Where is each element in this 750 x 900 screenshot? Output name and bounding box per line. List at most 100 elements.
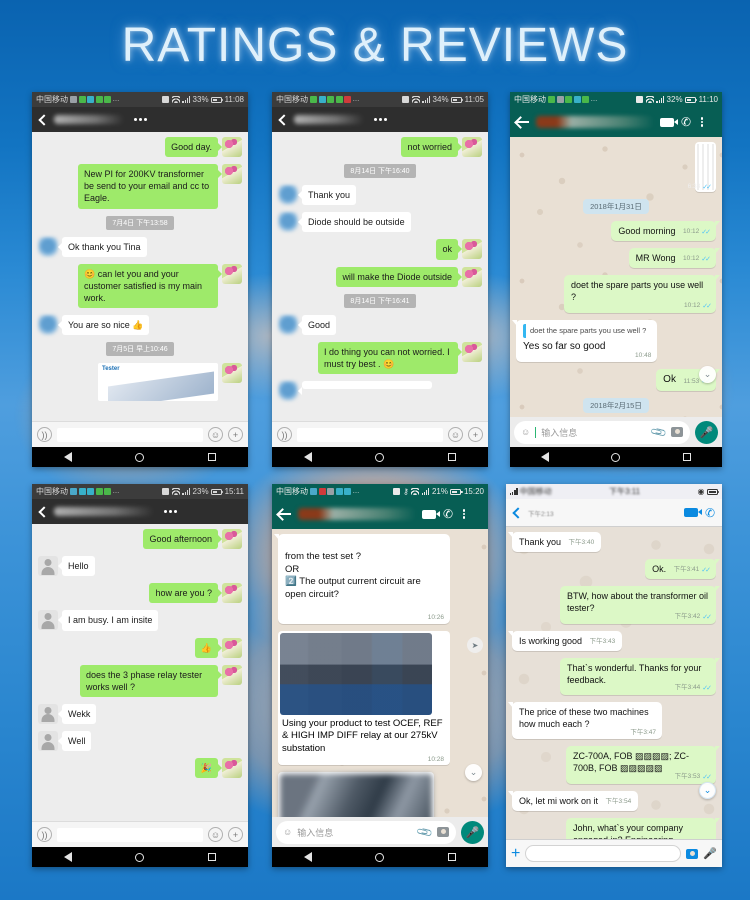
read-ticks-icon: ✓✓ [702,302,712,310]
nav-recents-icon[interactable] [208,453,217,461]
link-card-message[interactable]: Tester [98,363,218,402]
attach-icon[interactable]: 📎 [416,823,434,842]
message-list[interactable]: Good day. New PI for 200KV transformer b… [32,132,248,421]
message-meta: 10:48 [635,352,651,361]
photo-message[interactable]: Using your product to test OCEF, REF & H… [278,630,450,765]
back-icon[interactable] [278,113,290,126]
notification-icons: … [548,96,598,103]
emoji-icon[interactable]: ☺ [208,427,223,442]
message-row [278,771,482,817]
message-list[interactable]: Thank you 下午3:40 Ok. 下午3:41 ✓✓ BTW, how … [506,527,722,839]
nav-home-icon[interactable] [375,452,385,462]
nav-back-icon[interactable] [541,452,550,462]
back-icon[interactable] [512,506,524,519]
message-input[interactable] [57,427,203,442]
scroll-to-bottom-button[interactable]: ⌄ [699,782,716,799]
message-bubble: Ok. 下午3:41 ✓✓ [645,559,720,580]
message-row: Good day. [38,137,242,158]
phone-call-icon[interactable]: ✆ [680,116,692,128]
microphone-icon[interactable]: 🎤 [461,820,484,844]
voice-icon[interactable]: )) [37,427,52,442]
message-list[interactable]: not worried 8月14日 下午16:40 Thank you Diod… [272,132,488,421]
nav-back-icon[interactable] [303,852,312,862]
attach-icon[interactable]: 📎 [650,423,668,442]
nav-recents-icon[interactable] [448,853,457,861]
avatar [278,212,298,233]
android-nav-bar [272,447,488,467]
phone-screenshot-5: 中国移动 … ⚷ 21% 15:20 ✆ from the test set ?… [272,484,488,867]
nav-back-icon[interactable] [63,452,72,462]
emoji-icon[interactable]: ☺ [208,827,223,842]
message-meta: 下午3:43 [590,638,616,647]
chat-header: ✆ [510,107,722,137]
message-bubble: Ok, let mi work on it 下午3:54 [507,790,639,811]
video-call-icon[interactable] [422,509,440,519]
emoji-icon[interactable]: ☺ [448,427,463,442]
back-icon[interactable] [516,116,530,128]
nav-home-icon[interactable] [135,852,145,862]
voice-icon[interactable]: )) [37,827,52,842]
message-list[interactable]: Good afternoon Hello how are you ? I am … [32,524,248,821]
product-photo [712,144,714,190]
product-image-message[interactable]: 6:33 ✓✓ [688,142,716,192]
message-list[interactable]: 6:33 ✓✓ 2018年1月31日 Good morning 10:12 ✓✓… [510,137,722,417]
camera-icon[interactable] [686,848,699,859]
message-list[interactable]: from the test set ? OR 2️⃣ The output cu… [272,529,488,817]
quoted-message[interactable]: doet the spare parts you use well ? [523,323,651,338]
message-row: doet the spare parts you use well ? 10:1… [516,275,720,313]
back-icon[interactable] [278,508,292,520]
back-icon[interactable] [38,505,50,518]
overflow-menu-icon[interactable] [460,509,468,519]
message-row: Ok 11:53 ✓✓ [516,369,720,391]
overflow-menu-icon[interactable] [160,510,181,513]
message-row: ZC-700A, FOB ▨▨▨▨; ZC-700B, FOB ▨▨▨▨▨ 下午… [512,746,720,784]
video-call-icon[interactable] [684,508,702,517]
message-text: doet the spare parts you use well ? [571,280,704,303]
message-meta: 下午3:47 [630,729,656,738]
nav-back-icon[interactable] [303,452,312,462]
nav-home-icon[interactable] [135,452,145,462]
phone-call-icon[interactable]: ✆ [704,507,716,519]
message-input[interactable] [525,845,682,862]
message-text: Yes so far so good [523,340,606,352]
avatar [38,703,58,724]
nav-home-icon[interactable] [375,852,385,862]
video-call-icon[interactable] [660,117,678,127]
message-row: Diode should be outside [278,212,482,233]
scroll-to-bottom-button[interactable]: ⌄ [465,764,482,781]
scroll-to-bottom-button[interactable]: ⌄ [699,366,716,383]
plus-icon[interactable]: + [511,845,520,862]
forward-button[interactable]: ➤ [467,637,483,653]
photo-message[interactable] [278,771,434,817]
photo-caption: Using your product to test OCEF, REF & H… [282,717,443,754]
message-row: Ok thank you Tina [38,236,242,257]
avatar [222,529,242,549]
camera-icon[interactable] [437,827,449,837]
plus-icon[interactable]: + [468,427,483,442]
emoji-icon[interactable]: ☺ [521,427,530,437]
message-input[interactable] [297,427,443,442]
nav-recents-icon[interactable] [208,853,217,861]
message-row: not worried [278,137,482,158]
voice-icon[interactable]: )) [277,427,292,442]
back-icon[interactable] [38,113,50,126]
plus-icon[interactable]: + [228,427,243,442]
phone-call-icon[interactable]: ✆ [442,508,454,520]
overflow-menu-icon[interactable] [370,118,391,121]
overflow-menu-icon[interactable] [698,117,706,127]
overflow-menu-icon[interactable] [130,118,151,121]
nav-back-icon[interactable] [63,852,72,862]
message-input[interactable]: ☺ 输入信息 📎 [514,420,690,444]
microphone-icon[interactable]: 🎤 [703,847,717,860]
emoji-icon[interactable]: ☺ [283,827,292,837]
microphone-icon[interactable]: 🎤 [695,420,718,444]
sim-icon [636,96,644,103]
plus-icon[interactable]: + [228,827,243,842]
camera-icon[interactable] [671,427,683,437]
message-input[interactable]: ☺ 输入信息 📎 [276,820,456,844]
message-bubble: Is working good 下午3:43 [507,630,623,651]
message-input[interactable] [57,827,203,842]
nav-home-icon[interactable] [611,452,621,462]
nav-recents-icon[interactable] [682,453,691,461]
nav-recents-icon[interactable] [448,453,457,461]
